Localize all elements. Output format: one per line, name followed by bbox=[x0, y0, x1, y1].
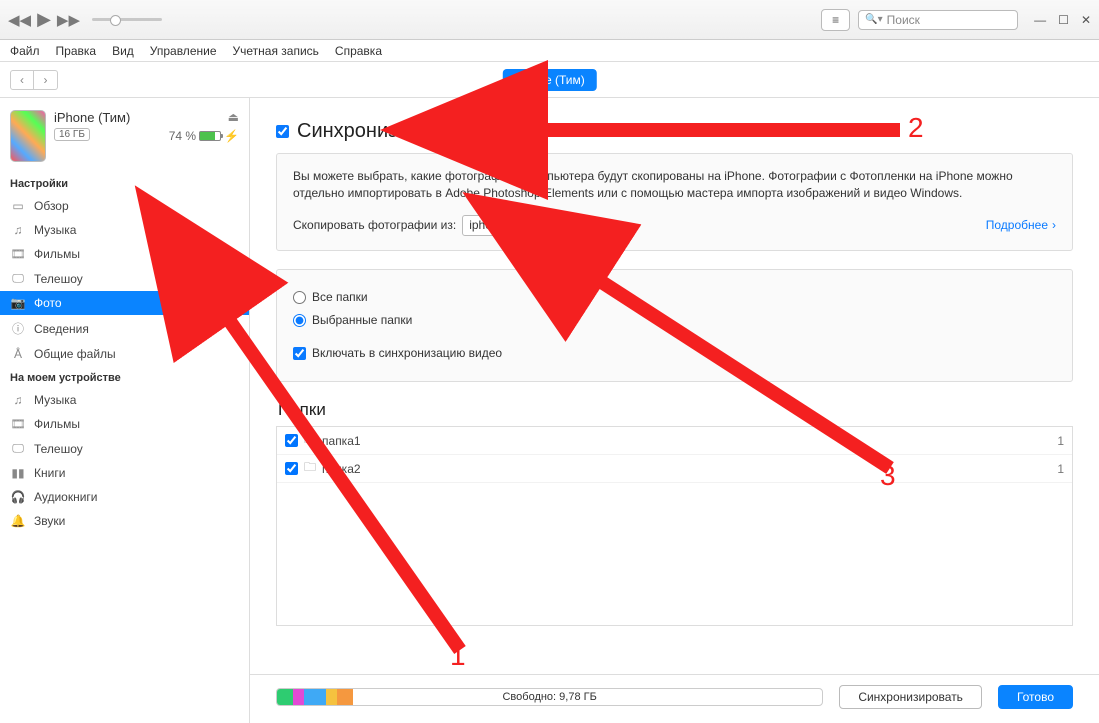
playback-controls: ◀◀ ▶ ▶▶ bbox=[8, 9, 162, 30]
opt-include-video[interactable]: Включать в синхронизацию видео bbox=[293, 345, 1056, 362]
player-toolbar: ◀◀ ▶ ▶▶ ≡ 🔍▾ Поиск — ☐ ✕ bbox=[0, 0, 1099, 40]
sidebar-section-settings: Настройки bbox=[0, 172, 249, 194]
folder-checkbox[interactable] bbox=[285, 462, 298, 475]
info-icon: ⓘ bbox=[10, 320, 26, 337]
close-icon[interactable]: ✕ bbox=[1081, 13, 1091, 27]
menu-controls[interactable]: Управление bbox=[150, 44, 217, 58]
folder-row[interactable]: 🗀 папка2 1 bbox=[277, 455, 1072, 483]
device-tab[interactable]: iPhone (Тим) bbox=[502, 69, 596, 91]
menu-account[interactable]: Учетная запись bbox=[233, 44, 319, 58]
chevron-updown-icon: ⇳ bbox=[509, 219, 517, 232]
movies-icon: 🎞 bbox=[10, 417, 26, 431]
sidebar-section-ondevice: На моем устройстве bbox=[0, 366, 249, 388]
sidebar-item-info[interactable]: ⓘСведения bbox=[0, 315, 249, 342]
done-button[interactable]: Готово bbox=[998, 685, 1073, 709]
folder-row[interactable]: 🗀 папка1 1 bbox=[277, 427, 1072, 455]
volume-slider[interactable] bbox=[92, 18, 162, 21]
opt-all-folders[interactable]: Все папки bbox=[293, 289, 1056, 306]
folder-icon: 🗀 bbox=[304, 430, 316, 451]
battery-icon bbox=[199, 131, 221, 141]
sync-checkbox[interactable] bbox=[276, 125, 289, 138]
device-name: iPhone (Тим) bbox=[54, 110, 130, 125]
maximize-icon[interactable]: ☐ bbox=[1058, 13, 1069, 27]
sidebar-ondev-books[interactable]: ▮▮Книги bbox=[0, 461, 249, 485]
prev-icon[interactable]: ◀◀ bbox=[8, 11, 31, 29]
back-button[interactable]: ‹ bbox=[10, 70, 34, 90]
device-storage: 16 ГБ bbox=[54, 128, 90, 141]
books-icon: ▮▮ bbox=[10, 466, 26, 480]
copy-source-select[interactable]: iphone ⇳ bbox=[462, 215, 524, 236]
sidebar-ondev-audiobooks[interactable]: 🎧Аудиокниги bbox=[0, 485, 249, 509]
minimize-icon[interactable]: — bbox=[1034, 13, 1046, 27]
folder-list[interactable]: 🗀 папка1 1 🗀 папка2 1 bbox=[276, 426, 1073, 626]
list-view-button[interactable]: ≡ bbox=[821, 9, 850, 31]
sidebar-item-summary[interactable]: ▭Обзор bbox=[0, 194, 249, 218]
search-placeholder: Поиск bbox=[887, 13, 920, 27]
learn-more-link[interactable]: Подробнее › bbox=[986, 217, 1056, 234]
movies-icon: 🎞 bbox=[10, 247, 26, 261]
tv-icon: 🖵 bbox=[10, 441, 26, 456]
footer: Свободно: 9,78 ГБ Синхронизировать Готов… bbox=[250, 674, 1099, 723]
content: Синхронизировать Вы можете выбрать, каки… bbox=[250, 98, 1099, 723]
folder-options-panel: Все папки Выбранные папки Включать в син… bbox=[276, 269, 1073, 382]
sidebar-item-tvshows[interactable]: 🖵Телешоу bbox=[0, 266, 249, 291]
play-icon[interactable]: ▶ bbox=[37, 9, 51, 30]
folders-title: Папки bbox=[278, 400, 1073, 420]
apps-icon: Å bbox=[10, 347, 26, 361]
music-icon: ♫ bbox=[10, 393, 26, 407]
capacity-bar: Свободно: 9,78 ГБ bbox=[276, 688, 823, 706]
camera-icon: 📷 bbox=[10, 296, 26, 310]
menu-bar: Файл Правка Вид Управление Учетная запис… bbox=[0, 40, 1099, 62]
sync-header: Синхронизировать bbox=[276, 120, 1073, 143]
sidebar-ondev-music[interactable]: ♫Музыка bbox=[0, 388, 249, 412]
search-icon: 🔍▾ bbox=[865, 14, 882, 25]
device-thumbnail-icon bbox=[10, 110, 46, 162]
main-area: iPhone (Тим) ⏏ 16 ГБ 74 % ⚡ Настройки ▭О… bbox=[0, 98, 1099, 723]
sync-title: Синхронизировать bbox=[297, 120, 471, 143]
menu-help[interactable]: Справка bbox=[335, 44, 382, 58]
sidebar-ondev-tv[interactable]: 🖵Телешоу bbox=[0, 436, 249, 461]
sidebar-ondev-movies[interactable]: 🎞Фильмы bbox=[0, 412, 249, 436]
sync-description-panel: Вы можете выбрать, какие фотографии с ко… bbox=[276, 153, 1073, 251]
summary-icon: ▭ bbox=[10, 199, 26, 213]
copy-from-label: Скопировать фотографии из: bbox=[293, 217, 456, 234]
sidebar-ondev-tones[interactable]: 🔔Звуки bbox=[0, 509, 249, 533]
menu-edit[interactable]: Правка bbox=[56, 44, 97, 58]
battery-percent: 74 % bbox=[169, 129, 196, 143]
opt-selected-folders[interactable]: Выбранные папки bbox=[293, 312, 1056, 329]
sync-description: Вы можете выбрать, какие фотографии с ко… bbox=[293, 168, 1056, 203]
window-controls: — ☐ ✕ bbox=[1034, 13, 1091, 27]
bell-icon: 🔔 bbox=[10, 514, 26, 528]
folder-checkbox[interactable] bbox=[285, 434, 298, 447]
nav-bar: ‹ › iPhone (Тим) bbox=[0, 62, 1099, 98]
battery-indicator: 74 % ⚡ bbox=[169, 129, 239, 143]
chevron-right-icon: › bbox=[1052, 217, 1056, 234]
menu-file[interactable]: Файл bbox=[10, 44, 40, 58]
sidebar-item-filesharing[interactable]: ÅОбщие файлы bbox=[0, 342, 249, 366]
forward-button[interactable]: › bbox=[34, 70, 58, 90]
search-input[interactable]: 🔍▾ Поиск bbox=[858, 10, 1018, 30]
photo-count: Фото: 2 bbox=[530, 217, 571, 234]
folders-section: Папки 🗀 папка1 1 🗀 папка2 1 bbox=[276, 400, 1073, 626]
tv-icon: 🖵 bbox=[10, 271, 26, 286]
eject-icon[interactable]: ⏏ bbox=[228, 110, 239, 124]
next-icon[interactable]: ▶▶ bbox=[57, 11, 80, 29]
free-space-label: Свободно: 9,78 ГБ bbox=[277, 691, 822, 703]
sidebar-item-movies[interactable]: 🎞Фильмы bbox=[0, 242, 249, 266]
music-icon: ♫ bbox=[10, 223, 26, 237]
sidebar-item-photos[interactable]: 📷Фото bbox=[0, 291, 249, 315]
sync-button[interactable]: Синхронизировать bbox=[839, 685, 982, 709]
sidebar-item-music[interactable]: ♫Музыка bbox=[0, 218, 249, 242]
device-header: iPhone (Тим) ⏏ 16 ГБ 74 % ⚡ bbox=[0, 106, 249, 172]
menu-view[interactable]: Вид bbox=[112, 44, 134, 58]
sidebar: iPhone (Тим) ⏏ 16 ГБ 74 % ⚡ Настройки ▭О… bbox=[0, 98, 250, 723]
history-nav: ‹ › bbox=[10, 70, 58, 90]
folder-icon: 🗀 bbox=[304, 458, 316, 479]
audiobook-icon: 🎧 bbox=[10, 490, 26, 504]
